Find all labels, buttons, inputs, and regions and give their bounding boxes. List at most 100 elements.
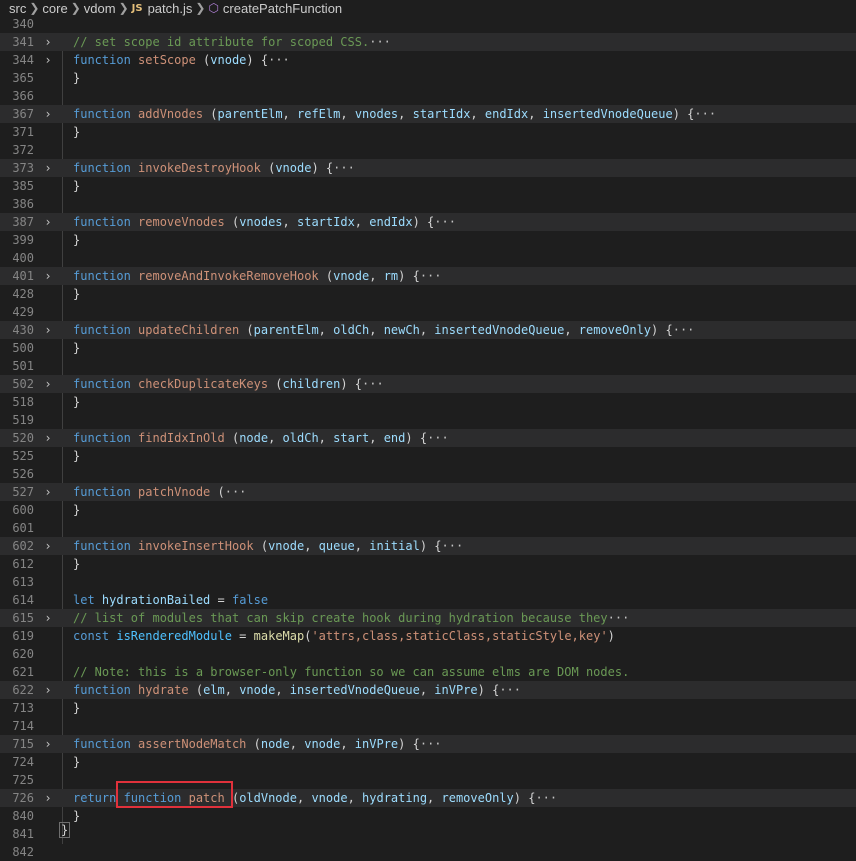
code-line[interactable]: 620 (0, 645, 856, 663)
code-token: inVPre (354, 737, 399, 751)
line-number: 842 (12, 845, 34, 859)
line-number: 341 (12, 35, 34, 49)
line-number: 841 (12, 827, 34, 841)
line-number: 340 (12, 17, 34, 31)
code-line[interactable]: 367 › function addVnodes (parentElm, refEl… (0, 105, 856, 123)
code-line[interactable]: 614 let hydrationBailed = false (0, 591, 856, 609)
fold-chevron-icon[interactable]: › (42, 213, 54, 231)
code-line[interactable]: 401 › function removeAndInvokeRemoveHook (… (0, 267, 856, 285)
code-token: } (73, 341, 81, 355)
code-line[interactable]: 713} (0, 699, 856, 717)
breadcrumb-item-vdom[interactable]: vdom (84, 1, 116, 16)
code-line[interactable]: 429 (0, 303, 856, 321)
code-token: let (73, 593, 102, 607)
code-editor[interactable]: 340 341 › // set scope id attribute for sco… (0, 15, 856, 861)
code-line[interactable]: 526 (0, 465, 856, 483)
code-text: function patchVnode (··· (73, 483, 246, 501)
breadcrumb-item-core[interactable]: core (42, 1, 67, 16)
fold-chevron-icon[interactable]: › (42, 789, 54, 807)
code-token: oldVnode (239, 791, 297, 805)
code-line[interactable]: 841 (0, 825, 856, 843)
fold-chevron-icon[interactable]: › (42, 33, 54, 51)
code-line[interactable]: 366 (0, 87, 856, 105)
fold-chevron-icon[interactable]: › (42, 681, 54, 699)
code-line[interactable]: 373 › function invokeDestroyHook (vnode) {… (0, 159, 856, 177)
code-line[interactable]: 612} (0, 555, 856, 573)
code-line[interactable]: 724} (0, 753, 856, 771)
fold-chevron-icon[interactable]: › (42, 429, 54, 447)
code-token: function (73, 161, 139, 175)
fold-chevron-icon[interactable]: › (42, 375, 54, 393)
code-line[interactable]: 527 › function patchVnode (··· (0, 483, 856, 501)
code-line[interactable]: 371} (0, 123, 856, 141)
code-line[interactable]: 344 › function setScope (vnode) {··· (0, 51, 856, 69)
fold-chevron-icon[interactable]: › (42, 537, 54, 555)
line-number: 601 (12, 521, 34, 535)
code-line[interactable]: 500} (0, 339, 856, 357)
fold-chevron-icon[interactable]: › (42, 267, 54, 285)
code-line[interactable]: 622 › function hydrate (elm, vnode, insert… (0, 681, 856, 699)
code-line[interactable]: 372 (0, 141, 856, 159)
code-token: , (296, 791, 312, 805)
code-line[interactable]: 365} (0, 69, 856, 87)
code-line[interactable]: 400 (0, 249, 856, 267)
fold-chevron-icon[interactable]: › (42, 609, 54, 627)
code-line[interactable]: 525} (0, 447, 856, 465)
code-text: } (73, 69, 80, 87)
line-number: 500 (12, 341, 34, 355)
breadcrumb-item-symbol[interactable]: createPatchFunction (223, 1, 342, 16)
matched-bracket: } (59, 822, 71, 838)
code-line[interactable]: 715 › function assertNodeMatch (node, vnod… (0, 735, 856, 753)
code-line[interactable]: 386 (0, 195, 856, 213)
code-token: , (419, 683, 435, 697)
fold-chevron-icon[interactable]: › (42, 735, 54, 753)
code-token: vnode (304, 737, 341, 751)
code-token: ··· (441, 539, 464, 553)
code-token: , (398, 107, 413, 121)
breadcrumb-item-file[interactable]: patch.js (148, 1, 193, 16)
code-line[interactable]: 430 › function updateChildren (parentElm, … (0, 321, 856, 339)
code-line[interactable]: 399} (0, 231, 856, 249)
fold-chevron-icon[interactable]: › (42, 483, 54, 501)
line-number: 502 (12, 377, 34, 391)
code-line[interactable]: 520 › function findIdxInOld (node, oldCh, … (0, 429, 856, 447)
code-line[interactable]: 340 (0, 15, 856, 33)
code-line[interactable]: 519 (0, 411, 856, 429)
code-token: ) { (398, 737, 420, 751)
breadcrumb-item-src[interactable]: src (9, 1, 26, 16)
code-line[interactable]: 428} (0, 285, 856, 303)
code-line[interactable]: 502 › function checkDuplicateKeys (childre… (0, 375, 856, 393)
code-line[interactable]: 613 (0, 573, 856, 591)
fold-chevron-icon[interactable]: › (42, 321, 54, 339)
code-line[interactable]: 842 (0, 843, 856, 861)
code-line[interactable]: 341 › // set scope id attribute for scoped… (0, 33, 856, 51)
code-line[interactable]: 387 › function removeVnodes (vnodes, start… (0, 213, 856, 231)
code-line[interactable]: 385} (0, 177, 856, 195)
code-text: } (73, 753, 80, 771)
code-line[interactable]: 600} (0, 501, 856, 519)
code-line[interactable]: 615 › // list of modules that can skip cre… (0, 609, 856, 627)
code-token: elm (203, 683, 225, 697)
code-token: } (73, 557, 81, 571)
code-line[interactable]: 518} (0, 393, 856, 411)
code-line[interactable]: 714 (0, 717, 856, 735)
code-token: vnode (311, 791, 348, 805)
code-token: function (73, 269, 139, 283)
code-token: } (73, 179, 81, 193)
code-line[interactable]: 619 const isRenderedModule = makeMap('att… (0, 627, 856, 645)
code-line[interactable]: 602 › function invokeInsertHook (vnode, qu… (0, 537, 856, 555)
fold-chevron-icon[interactable]: › (42, 51, 54, 69)
code-token: // Note: this is a browser-only function… (73, 665, 630, 679)
code-token: start (333, 431, 370, 445)
code-line[interactable]: 501 (0, 357, 856, 375)
code-token: ( (203, 107, 218, 121)
code-token: ( (195, 53, 211, 67)
fold-chevron-icon[interactable]: › (42, 159, 54, 177)
code-line[interactable]: 621 // Note: this is a browser-only funct… (0, 663, 856, 681)
code-token: function (73, 539, 139, 553)
code-line[interactable]: 601 (0, 519, 856, 537)
code-token: ( (239, 323, 254, 337)
fold-chevron-icon[interactable]: › (42, 105, 54, 123)
code-line[interactable]: 840} (0, 807, 856, 825)
code-token: ) { (672, 107, 695, 121)
